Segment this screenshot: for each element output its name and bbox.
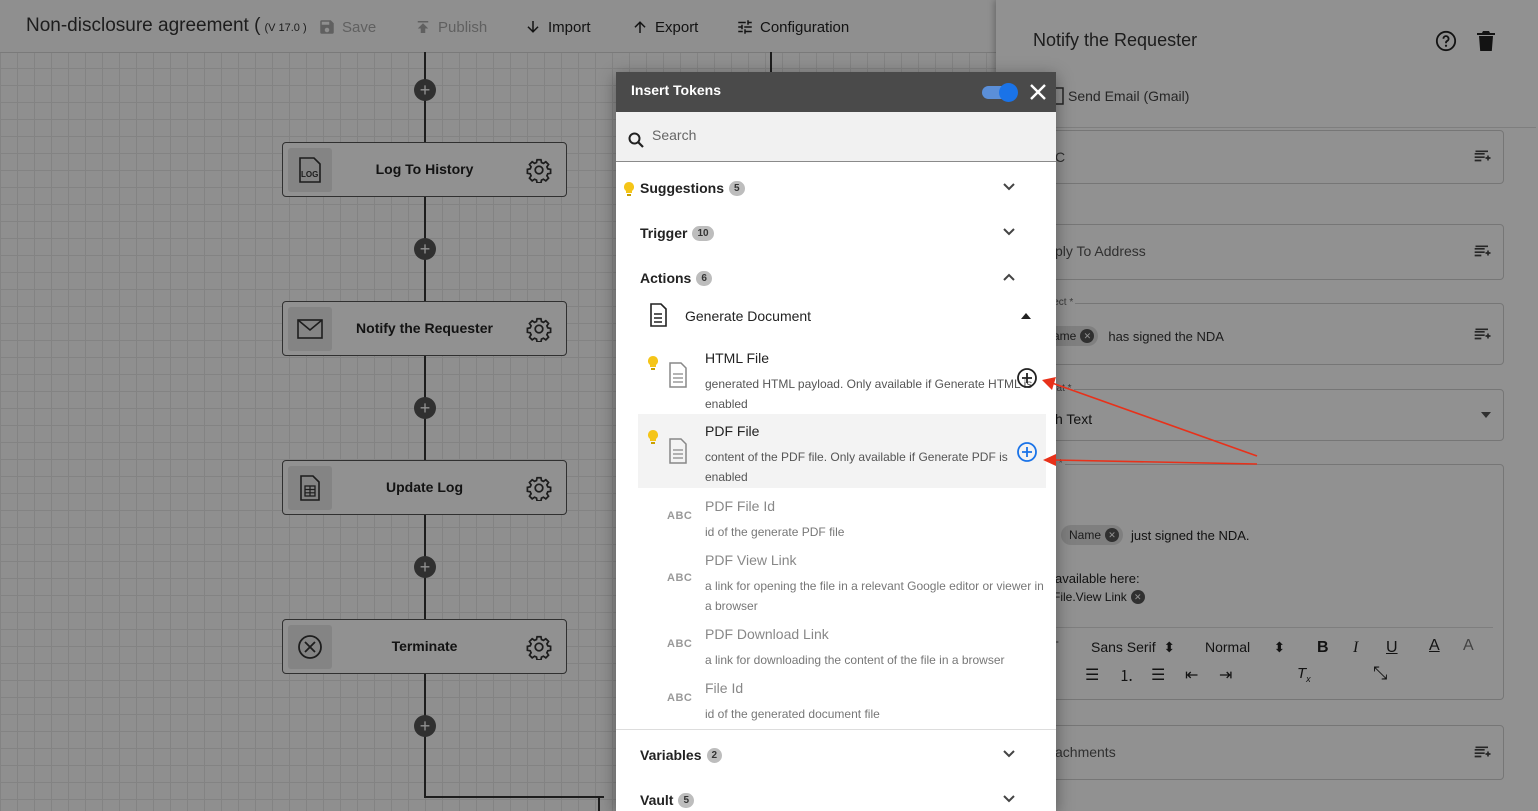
close-icon[interactable] [1028,82,1048,102]
section-suggestions[interactable]: Suggestions 5 [616,172,1056,206]
add-token-icon[interactable] [1016,441,1038,463]
section-actions[interactable]: Actions 6 [616,262,1056,296]
caret-up-icon [1021,313,1031,319]
section-variables[interactable]: Variables 2 [616,739,1056,773]
document-icon [650,303,667,327]
token-name: File Id [705,680,744,696]
token-name: PDF View Link [705,552,797,568]
token-name: PDF File [705,423,760,439]
chevron-down-icon [1003,750,1015,758]
token-name: PDF File Id [705,498,776,514]
search-input[interactable] [650,126,1034,144]
insert-tokens-dialog: Insert Tokens Suggestions5 Trigger10 Act… [616,72,1056,811]
group-label: Generate Document [685,308,812,324]
token-file-id[interactable]: ABC File Id id of the generated document… [638,678,1046,728]
token-description: content of the PDF file. Only available … [705,450,1008,484]
section-trigger[interactable]: Trigger 10 [616,217,1056,251]
chevron-down-icon [1003,795,1015,803]
file-icon [669,362,687,388]
abc-icon: ABC [667,692,693,704]
token-description: a link for downloading the content of th… [705,653,1005,667]
search-icon [628,132,644,148]
abc-icon: ABC [667,510,693,522]
divider [616,729,1056,730]
lightbulb-icon [624,182,634,196]
abc-icon: ABC [667,572,693,584]
file-icon [669,438,687,464]
token-pdf-view-link[interactable]: ABC PDF View Link a link for opening the… [638,550,1046,620]
chevron-down-icon [1003,228,1015,236]
token-description: a link for opening the file in a relevan… [705,579,1044,613]
chevron-up-icon [1003,273,1015,281]
chevron-down-icon [1003,183,1015,191]
group-generate-document[interactable]: Generate Document [616,301,1056,331]
dialog-header: Insert Tokens [616,72,1056,112]
token-name: HTML File [705,350,770,366]
token-name: PDF Download Link [705,626,829,642]
token-pdf-file[interactable]: PDF File content of the PDF file. Only a… [638,414,1046,488]
token-pdf-file-id[interactable]: ABC PDF File Id id of the generate PDF f… [638,496,1046,546]
lightbulb-icon [648,356,658,370]
token-description: id of the generated document file [705,707,880,721]
token-html-file[interactable]: HTML File generated HTML payload. Only a… [638,348,1046,414]
token-pdf-download-link[interactable]: ABC PDF Download Link a link for downloa… [638,624,1046,674]
section-vault[interactable]: Vault 5 [616,784,1056,811]
token-search[interactable] [616,112,1056,162]
lightbulb-icon [648,430,658,444]
token-description: id of the generate PDF file [705,525,845,539]
suggestions-toggle[interactable] [982,83,1018,102]
abc-icon: ABC [667,638,693,650]
token-description: generated HTML payload. Only available i… [705,377,1033,411]
add-token-icon[interactable] [1016,367,1038,389]
dialog-title: Insert Tokens [631,82,721,98]
